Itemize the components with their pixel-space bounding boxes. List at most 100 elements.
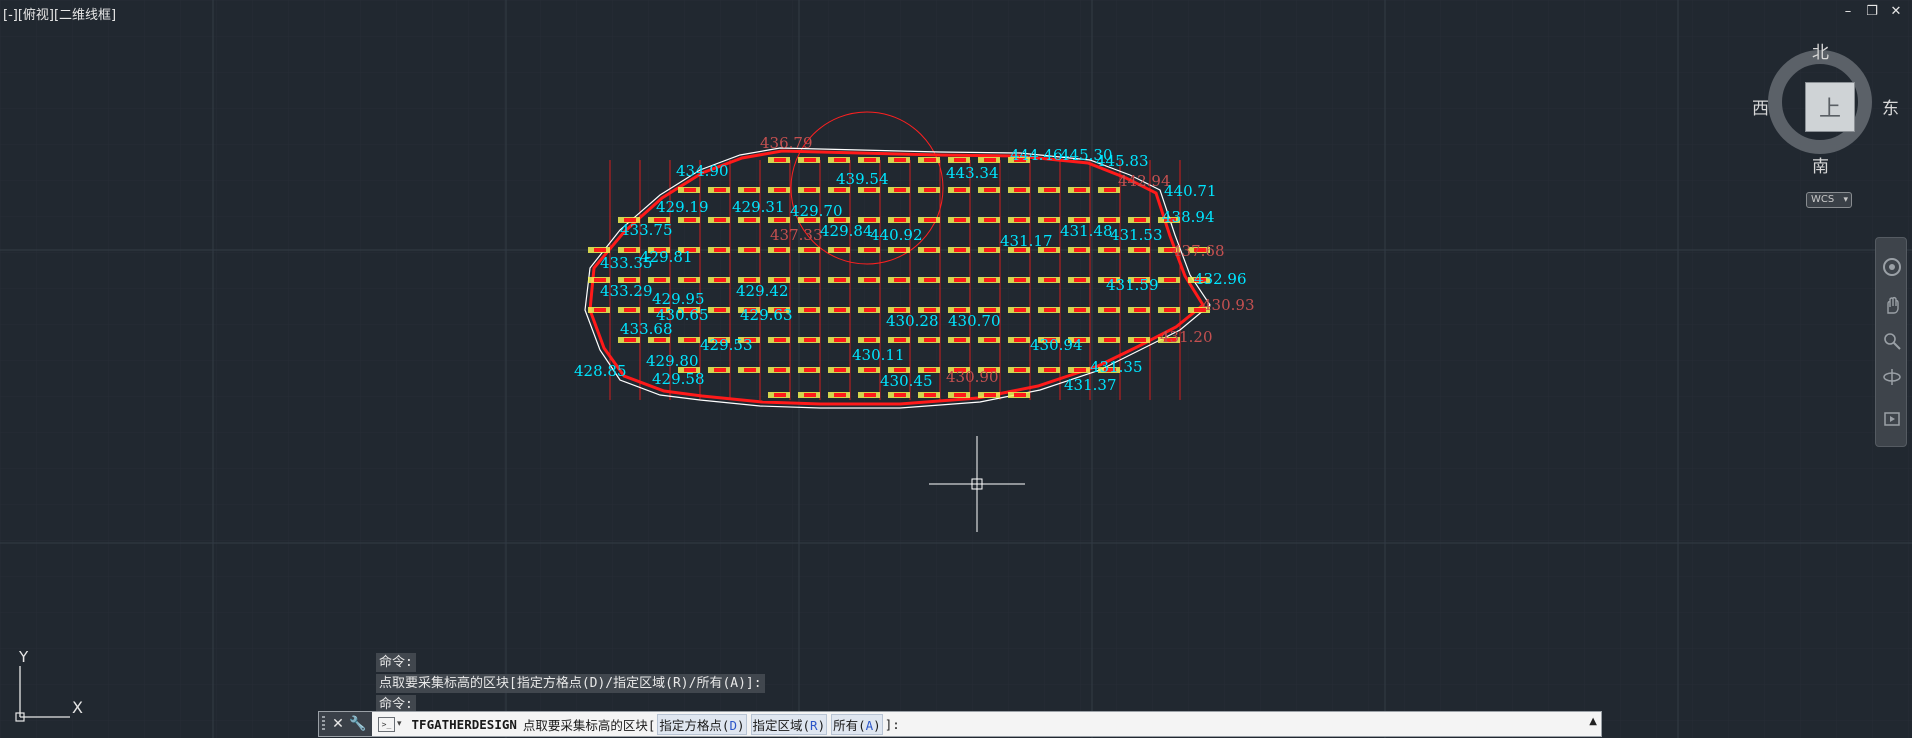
history-toggle-icon[interactable]: ▲ <box>1589 716 1597 727</box>
viewport-controls-label[interactable]: [-][俯视][二维线框] <box>3 4 116 23</box>
zoom-extents-icon[interactable] <box>1881 330 1903 352</box>
grid-point-dot <box>774 158 786 162</box>
grid-point-dot <box>1014 338 1026 342</box>
grid-point-dot <box>864 338 876 342</box>
option-region[interactable]: 指定区域(R) <box>750 713 828 735</box>
grid-point-dot <box>654 278 666 282</box>
grid-point-dot <box>924 248 936 252</box>
viewcube[interactable]: 上 北 南 西 东 WCS <box>1752 38 1900 215</box>
elevation-label: 430.94 <box>1030 336 1083 354</box>
grid-point-dot <box>864 393 876 397</box>
close-icon[interactable]: ✕ <box>328 716 348 732</box>
compass-west[interactable]: 西 <box>1752 94 1769 119</box>
grid-point-dot <box>954 278 966 282</box>
grid-point-dot <box>684 188 696 192</box>
grid-point-dot <box>984 158 996 162</box>
elevation-label: 429.63 <box>740 306 793 324</box>
grid-point-dot <box>894 393 906 397</box>
grid-point-dot <box>924 278 936 282</box>
grid-point-dot <box>864 368 876 372</box>
orbit-icon[interactable] <box>1881 366 1903 388</box>
grid-point-dot <box>894 158 906 162</box>
command-line-grip[interactable] <box>319 712 328 736</box>
ucs-y-label: Y <box>19 648 29 666</box>
elevation-label: 431.59 <box>1106 276 1159 294</box>
grid-point-dot <box>834 188 846 192</box>
grid-point-dot <box>954 248 966 252</box>
elevation-label: 429.42 <box>736 282 789 300</box>
command-history-line: 命令: <box>376 651 765 672</box>
grid-point-dot <box>924 158 936 162</box>
grid-point-dot <box>1074 368 1086 372</box>
grid-point-dot <box>744 368 756 372</box>
grid-point-dot <box>594 308 606 312</box>
elevation-label: 428.85 <box>574 362 627 380</box>
elevation-label: 430.93 <box>1202 296 1255 314</box>
grid-point-dot <box>684 218 696 222</box>
drawing-viewport[interactable]: 436.79 434.90 439.54 443.34 444.46 445.30 445.… <box>0 0 1912 738</box>
grid-point-dot <box>954 393 966 397</box>
grid-point-dot <box>1134 308 1146 312</box>
command-prompt-icon[interactable]: >_ ▾ <box>378 716 402 732</box>
grid-point-dot <box>954 338 966 342</box>
grid-point-dot <box>774 393 786 397</box>
grid-point-dot <box>1044 278 1056 282</box>
grid-point-dot <box>744 218 756 222</box>
compass-east[interactable]: 东 <box>1882 94 1899 119</box>
grid-point-dot <box>894 218 906 222</box>
elevation-label: 429.58 <box>652 370 705 388</box>
site-plan-drawing[interactable]: 436.79434.90 439.54 443.34444.46445.30445.… <box>0 0 1912 738</box>
compass-south[interactable]: 南 <box>1812 152 1829 177</box>
grid-point-dot <box>924 188 936 192</box>
elevation-label: 437.33 <box>770 226 823 244</box>
restore-button[interactable]: ❐ <box>1864 4 1880 19</box>
elevation-label: 444.46 <box>1010 146 1063 164</box>
minimize-button[interactable]: – <box>1840 4 1856 19</box>
elevation-label: 445.83 <box>1096 152 1149 170</box>
elevation-label: 440.92 <box>870 226 923 244</box>
elevation-label: 430.28 <box>886 312 939 330</box>
elevation-label: 429.80 <box>646 352 699 370</box>
option-all[interactable]: 所有(A) <box>831 713 883 735</box>
grid-point-dot <box>804 248 816 252</box>
grid-point-dot <box>804 188 816 192</box>
grid-point-dot <box>984 338 996 342</box>
grid-point-dot <box>864 188 876 192</box>
chevron-down-icon: ▾ <box>397 719 402 729</box>
grid-point-dot <box>624 338 636 342</box>
compass-north[interactable]: 北 <box>1812 38 1829 63</box>
grid-point-dot <box>1014 368 1026 372</box>
viewport-window-controls: – ❐ ✕ <box>1840 4 1904 19</box>
option-grid-point[interactable]: 指定方格点(D) <box>657 713 747 735</box>
wcs-menu-button[interactable]: WCS <box>1806 192 1852 208</box>
grid-point-dot <box>774 248 786 252</box>
steering-wheel-icon[interactable] <box>1881 256 1903 278</box>
grid-point-dot <box>984 218 996 222</box>
grid-point-dot <box>774 218 786 222</box>
grid-point-dot <box>984 188 996 192</box>
grid-point-dot <box>684 338 696 342</box>
grid-point-dot <box>1164 278 1176 282</box>
pan-icon[interactable] <box>1881 294 1903 316</box>
elevation-label: 431.37 <box>1064 376 1117 394</box>
elevation-label: 429.31 <box>732 198 785 216</box>
grid-point-dot <box>1134 248 1146 252</box>
grid-point-dot <box>1074 188 1086 192</box>
navigation-bar <box>1875 237 1907 447</box>
elevation-label: 442.94 <box>1118 172 1171 190</box>
grid-point-dot <box>774 188 786 192</box>
command-name: TFGATHERDESIGN <box>411 716 517 732</box>
viewcube-top-face[interactable]: 上 <box>1805 82 1855 132</box>
grid-point-dot <box>894 338 906 342</box>
showmotion-icon[interactable] <box>1881 408 1903 430</box>
grid-point-dot <box>834 368 846 372</box>
command-input[interactable]: TFGATHERDESIGN 点取要采集标高的区块[ 指定方格点(D) 指定区域… <box>411 713 900 735</box>
grid-point-dot <box>924 393 936 397</box>
elevation-label: 439.54 <box>836 170 889 188</box>
command-line[interactable]: ✕ 🔧 >_ ▾ TFGATHERDESIGN 点取要采集标高的区块[ 指定方格点… <box>318 711 1602 737</box>
close-button[interactable]: ✕ <box>1888 4 1904 19</box>
elevation-label: 429.19 <box>656 198 709 216</box>
grid-point-dot <box>864 158 876 162</box>
grid-point-dot <box>654 338 666 342</box>
wrench-icon[interactable]: 🔧 <box>348 716 368 732</box>
